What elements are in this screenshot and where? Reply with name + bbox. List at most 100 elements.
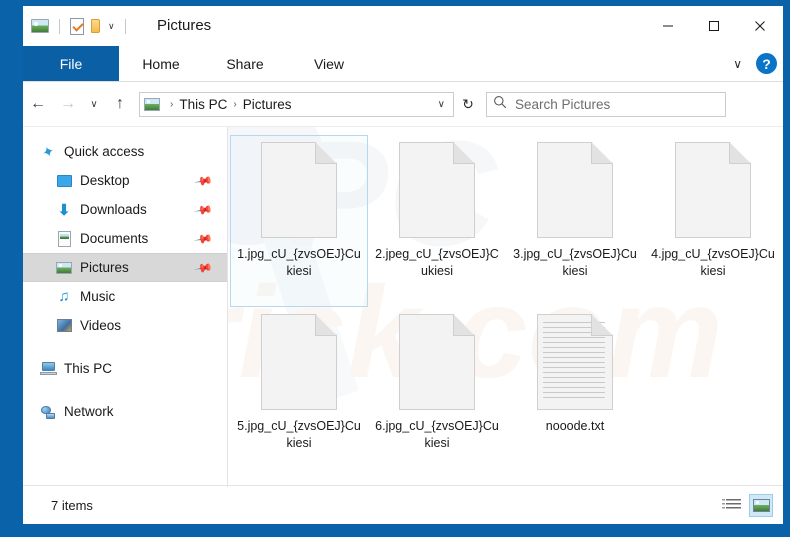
file-item[interactable]: 5.jpg_cU_{zvsOEJ}Cukiesi [230, 307, 368, 479]
title-bar: ∨ Pictures [23, 6, 783, 46]
network-icon [39, 404, 57, 420]
window-inner: ∨ Pictures File Home Share View ∨ ? ← → … [23, 6, 783, 524]
ribbon-bar: File Home Share View ∨ ? [23, 46, 783, 82]
minimize-button[interactable] [645, 6, 691, 46]
sidebar-item-pictures[interactable]: Pictures 📌 [23, 253, 227, 282]
pin-icon: 📌 [193, 228, 214, 249]
sidebar-item-downloads[interactable]: ⬇ Downloads 📌 [23, 195, 227, 224]
breadcrumb-separator: › [233, 98, 237, 110]
file-name-label: nooode.txt [545, 419, 605, 433]
tab-file[interactable]: File [23, 46, 119, 81]
sidebar-item-label: Downloads [80, 202, 147, 217]
breadcrumb-separator: › [170, 98, 174, 110]
large-icons-view-icon [752, 498, 770, 512]
maximize-button[interactable] [691, 6, 737, 46]
file-name-label: 6.jpg_cU_{zvsOEJ}Cukiesi [375, 419, 499, 450]
pictures-icon [55, 260, 73, 276]
close-button[interactable] [737, 6, 783, 46]
downloads-icon: ⬇ [57, 201, 71, 219]
file-name-label: 4.jpg_cU_{zvsOEJ}Cukiesi [651, 247, 775, 278]
breadcrumb-this-pc[interactable]: This PC [179, 97, 227, 112]
file-item[interactable]: 1.jpg_cU_{zvsOEJ}Cukiesi [230, 135, 368, 307]
tab-share[interactable]: Share [203, 46, 287, 81]
sidebar-item-network[interactable]: Network [23, 397, 227, 426]
sidebar-item-documents[interactable]: Documents 📌 [23, 224, 227, 253]
sidebar-item-label: Pictures [80, 260, 129, 275]
help-button[interactable]: ? [756, 53, 777, 74]
this-pc-icon [39, 361, 57, 377]
ribbon-right-controls: ∨ ? [729, 46, 777, 81]
blank-file-icon [399, 142, 475, 238]
refresh-button[interactable]: ↻ [454, 92, 482, 117]
pictures-folder-icon [144, 97, 160, 111]
customize-chevron-icon[interactable]: ∨ [108, 21, 115, 31]
sidebar-item-music[interactable]: ♫ Music [23, 282, 227, 311]
search-icon [493, 95, 507, 114]
file-item[interactable]: 6.jpg_cU_{zvsOEJ}Cukiesi [368, 307, 506, 479]
sidebar-item-videos[interactable]: Videos [23, 311, 227, 340]
up-button[interactable]: ↑ [105, 89, 135, 119]
pin-icon: 📌 [193, 257, 214, 278]
sidebar-item-this-pc[interactable]: This PC [23, 354, 227, 383]
properties-icon[interactable] [70, 17, 84, 35]
view-buttons [721, 493, 773, 517]
explorer-body: ✦ Quick access Desktop 📌 ⬇ Downloads 📌 D… [23, 126, 783, 487]
search-box[interactable]: Search Pictures [486, 91, 726, 117]
details-view-icon [721, 499, 741, 511]
pin-icon: 📌 [193, 199, 214, 220]
videos-icon [55, 318, 73, 334]
desktop-icon [55, 173, 73, 189]
sidebar-item-label: Desktop [80, 173, 130, 188]
new-folder-icon[interactable] [91, 19, 100, 33]
file-name-label: 3.jpg_cU_{zvsOEJ}Cukiesi [513, 247, 637, 278]
blank-file-icon [261, 314, 337, 410]
explorer-window: ∨ Pictures File Home Share View ∨ ? ← → … [0, 0, 790, 537]
forward-button: → [60, 95, 76, 112]
picture-icon[interactable] [31, 19, 49, 33]
pin-icon: 📌 [193, 170, 214, 191]
file-list-pane[interactable]: PC risk.com 1.jpg_cU_{zvsOEJ}Cukiesi 2.j… [228, 127, 783, 487]
file-grid: 1.jpg_cU_{zvsOEJ}Cukiesi 2.jpeg_cU_{zvsO… [228, 135, 783, 479]
documents-icon [55, 230, 73, 247]
text-file-icon [537, 314, 613, 410]
file-name-label: 1.jpg_cU_{zvsOEJ}Cukiesi [237, 247, 361, 278]
music-icon: ♫ [58, 288, 70, 305]
address-bar[interactable]: › This PC › Pictures ∨ [139, 91, 454, 117]
file-item[interactable]: 2.jpeg_cU_{zvsOEJ}Cukiesi [368, 135, 506, 307]
status-bar: 7 items [23, 485, 783, 524]
sidebar-item-desktop[interactable]: Desktop 📌 [23, 166, 227, 195]
file-item[interactable]: 4.jpg_cU_{zvsOEJ}Cukiesi [644, 135, 782, 307]
details-view-button[interactable] [721, 494, 745, 517]
blank-file-icon [261, 142, 337, 238]
tab-home[interactable]: Home [119, 46, 203, 81]
ribbon-tabs: File Home Share View [23, 46, 783, 81]
blank-file-icon [675, 142, 751, 238]
blank-file-icon [399, 314, 475, 410]
breadcrumb-pictures[interactable]: Pictures [243, 97, 292, 112]
sidebar-item-label: Quick access [64, 144, 145, 159]
expand-ribbon-chevron-icon[interactable]: ∨ [729, 57, 746, 71]
back-button[interactable]: ← [23, 89, 53, 119]
large-icons-view-button[interactable] [749, 493, 773, 517]
item-count-label: 7 items [51, 497, 93, 513]
file-item[interactable]: 3.jpg_cU_{zvsOEJ}Cukiesi [506, 135, 644, 307]
search-placeholder: Search Pictures [515, 96, 611, 112]
recent-locations-chevron-icon[interactable]: ∨ [83, 89, 105, 119]
star-icon: ✦ [39, 141, 57, 163]
blank-file-icon [537, 142, 613, 238]
sidebar-item-label: Videos [80, 318, 122, 333]
file-item[interactable]: nooode.txt [506, 307, 644, 479]
toolbar-divider [124, 18, 126, 34]
window-title: Pictures [157, 17, 212, 34]
sidebar-item-label: Music [80, 289, 116, 304]
file-name-label: 2.jpeg_cU_{zvsOEJ}Cukiesi [375, 247, 499, 278]
file-name-label: 5.jpg_cU_{zvsOEJ}Cukiesi [237, 419, 361, 450]
tab-view[interactable]: View [287, 46, 371, 81]
sidebar-item-quick-access[interactable]: ✦ Quick access [23, 137, 227, 166]
address-dropdown-chevron-icon[interactable]: ∨ [438, 99, 449, 110]
toolbar-divider [59, 18, 60, 34]
window-controls [645, 6, 783, 46]
sidebar-item-label: This PC [64, 361, 113, 376]
sidebar-item-label: Network [64, 404, 114, 419]
sidebar-item-label: Documents [80, 231, 149, 246]
